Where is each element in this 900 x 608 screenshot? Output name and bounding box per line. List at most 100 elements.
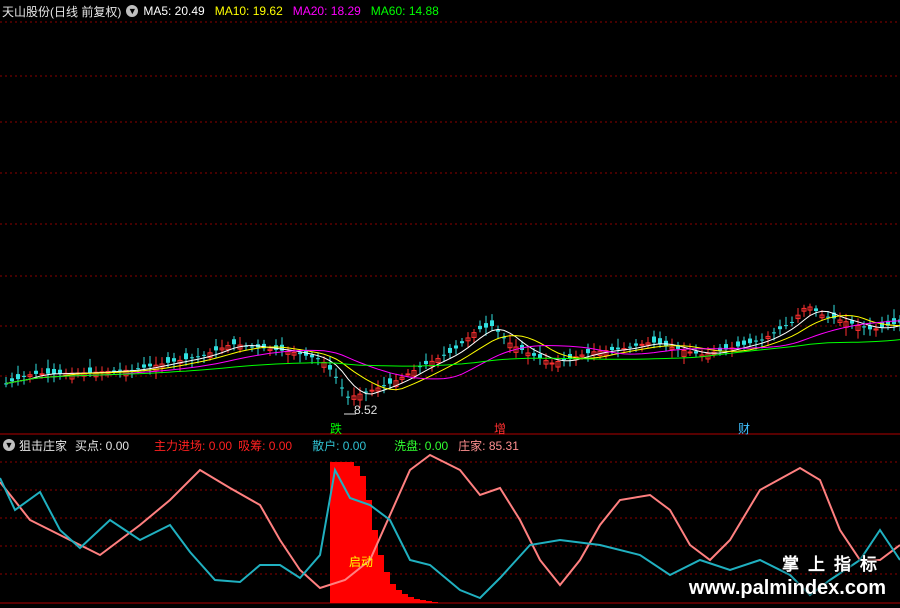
zhuli-bar: [378, 555, 384, 603]
candle-body: [748, 338, 752, 344]
candle-body: [442, 354, 446, 356]
watermark-cn: 掌上指标: [782, 555, 886, 574]
candle-body: [448, 347, 452, 353]
candle-body: [460, 341, 464, 344]
candle-body: [34, 370, 38, 374]
indicator-header: ▼ 狙击庄家 买点: 0.00 主力进场: 0.00 吸筹: 0.00 散户: …: [0, 436, 900, 454]
ma10-line: [5, 314, 900, 391]
candle-body: [790, 321, 794, 323]
zhuli-label: 主力进场: 0.00: [154, 438, 233, 453]
candle-body: [760, 339, 764, 341]
candle-body: [214, 346, 218, 351]
ma5-label: MA5: 20.49: [143, 4, 205, 18]
zhuli-bar: [408, 597, 414, 603]
candle-body: [628, 346, 632, 348]
candle-body: [538, 354, 542, 359]
zhuli-bar: [414, 599, 420, 603]
zhuli-bar: [432, 602, 438, 603]
candle-body: [616, 347, 620, 350]
candle-body: [610, 346, 614, 350]
qidong-label: 启动: [349, 555, 374, 569]
candle-body: [634, 343, 638, 346]
candle-body: [754, 340, 758, 342]
candle-body: [369, 389, 375, 392]
candle-body: [10, 378, 14, 382]
candle-body: [652, 336, 656, 343]
ma20-label: MA20: 18.29: [292, 4, 361, 18]
candle-body: [736, 341, 740, 347]
candle-body: [316, 358, 320, 360]
chevron-down-icon[interactable]: ▼: [126, 5, 139, 17]
candle-body: [424, 360, 428, 365]
xichou-label: 吸筹: 0.00: [238, 438, 293, 453]
zhuli-bar: [390, 584, 396, 603]
signal-zeng: 增: [494, 422, 507, 436]
candle-body: [664, 340, 668, 346]
candle-body: [405, 373, 411, 376]
chart-canvas[interactable]: [0, 0, 900, 608]
candle-body: [39, 373, 45, 376]
zhuli-bar: [426, 601, 432, 603]
zhuangjia-label: 庄家: 85.31: [458, 438, 519, 453]
candle-body: [532, 353, 536, 356]
stock-title[interactable]: 天山股份(日线 前复权): [2, 3, 121, 20]
candle-body: [202, 354, 206, 356]
candle-body: [166, 357, 170, 363]
candle-body: [778, 326, 782, 330]
zhuli-bar: [354, 466, 360, 603]
candle-body: [118, 369, 122, 371]
sanhu-label: 散户: 0.00: [312, 438, 367, 453]
candle-body: [484, 323, 488, 328]
zhuli-bar: [384, 572, 390, 603]
zhuli-bar: [348, 462, 354, 603]
candle-body: [148, 363, 152, 367]
candle-body: [172, 358, 176, 362]
buy-point-label: 买点: 0.00: [75, 438, 130, 453]
candle-body: [639, 343, 645, 346]
zhuli-bar: [420, 600, 426, 603]
candle-body: [862, 326, 866, 328]
candle-body: [328, 365, 332, 370]
candle-body: [658, 338, 662, 345]
candle-body: [136, 368, 140, 370]
candle-body: [687, 351, 693, 354]
candle-body: [490, 320, 494, 326]
low-price-label: 8.52: [354, 403, 378, 417]
candle-body: [58, 369, 62, 374]
xipan-label: 洗盘: 0.00: [394, 438, 449, 453]
candle-body: [142, 364, 146, 368]
ma10-label: MA10: 19.62: [214, 4, 283, 18]
zhuli-bar: [366, 500, 372, 603]
candle-body: [52, 369, 56, 374]
zhuli-bar: [396, 590, 402, 603]
ma60-label: MA60: 14.88: [370, 4, 439, 18]
candle-body: [382, 385, 386, 387]
candle-body: [310, 354, 314, 358]
signal-die: 跌: [330, 422, 343, 436]
watermark-url: www.palmindex.com: [688, 577, 886, 599]
candle-body: [184, 353, 188, 360]
candle-body: [250, 346, 254, 348]
indicator-name[interactable]: 狙击庄家: [19, 437, 67, 454]
candle-body: [298, 352, 302, 355]
candle-body: [346, 396, 350, 398]
zhuli-bar: [360, 476, 366, 603]
candle-body: [16, 374, 20, 380]
signal-cai: 财: [738, 422, 751, 436]
candle-body: [772, 332, 776, 334]
candle-body: [784, 325, 788, 327]
candle-body: [46, 368, 50, 374]
candle-body: [478, 325, 482, 330]
candle-body: [586, 348, 590, 354]
candle-body: [22, 375, 26, 377]
candle-body: [814, 308, 818, 311]
ma5-line: [5, 310, 900, 395]
candle-body: [232, 339, 236, 345]
chevron-down-icon[interactable]: ▼: [3, 439, 15, 451]
candle-body: [340, 387, 344, 389]
candle-body: [334, 376, 338, 378]
candle-body: [454, 345, 458, 349]
candle-body: [694, 351, 698, 354]
candle-body: [88, 367, 92, 373]
candle-body: [742, 340, 746, 345]
